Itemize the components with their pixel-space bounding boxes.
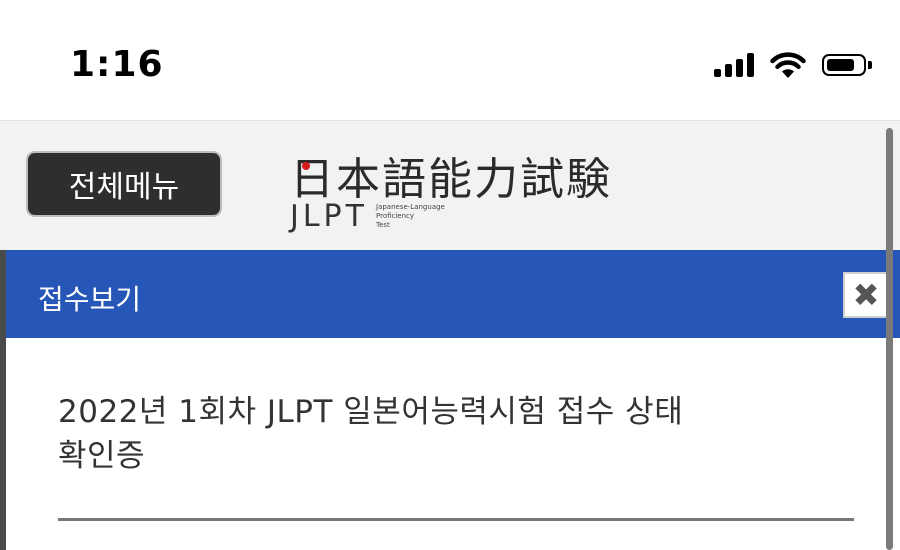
logo-abbr: JLPT [290, 199, 368, 234]
logo-title: 日本語能力試験 [290, 154, 612, 205]
page-scrollbar[interactable] [886, 128, 893, 550]
modal-title: 접수보기 [38, 283, 142, 316]
logo-subtitle: Japanese-Language Proficiency Test [376, 203, 445, 229]
modal-body: 2022년 1회차 JLPT 일본어능력시험 접수 상태 확인증 [0, 338, 900, 550]
heading-line-1: 2022년 1회차 JLPT 일본어능력시험 접수 상태 [58, 394, 684, 430]
logo-red-dot [302, 162, 310, 170]
jlpt-logo[interactable]: 日本語能力試験 JLPT Japanese-Language Proficien… [282, 143, 642, 253]
modal-close-button[interactable]: ✖ [843, 272, 889, 318]
status-icons [714, 48, 872, 82]
status-bar: 1:16 [0, 0, 900, 120]
site-header: 전체메뉴 日本語能力試験 JLPT Japanese-Language Prof… [0, 120, 900, 251]
modal-header: 접수보기 [0, 250, 900, 338]
confirmation-heading: 2022년 1회차 JLPT 일본어능력시험 접수 상태 확인증 [58, 390, 838, 478]
battery-icon [822, 54, 872, 76]
full-menu-button[interactable]: 전체메뉴 [26, 151, 222, 217]
close-icon: ✖ [852, 276, 880, 314]
heading-line-2: 확인증 [58, 438, 146, 474]
heading-divider [58, 518, 854, 521]
wifi-icon [770, 52, 806, 78]
cellular-signal-icon [714, 53, 754, 77]
status-time: 1:16 [70, 44, 164, 85]
